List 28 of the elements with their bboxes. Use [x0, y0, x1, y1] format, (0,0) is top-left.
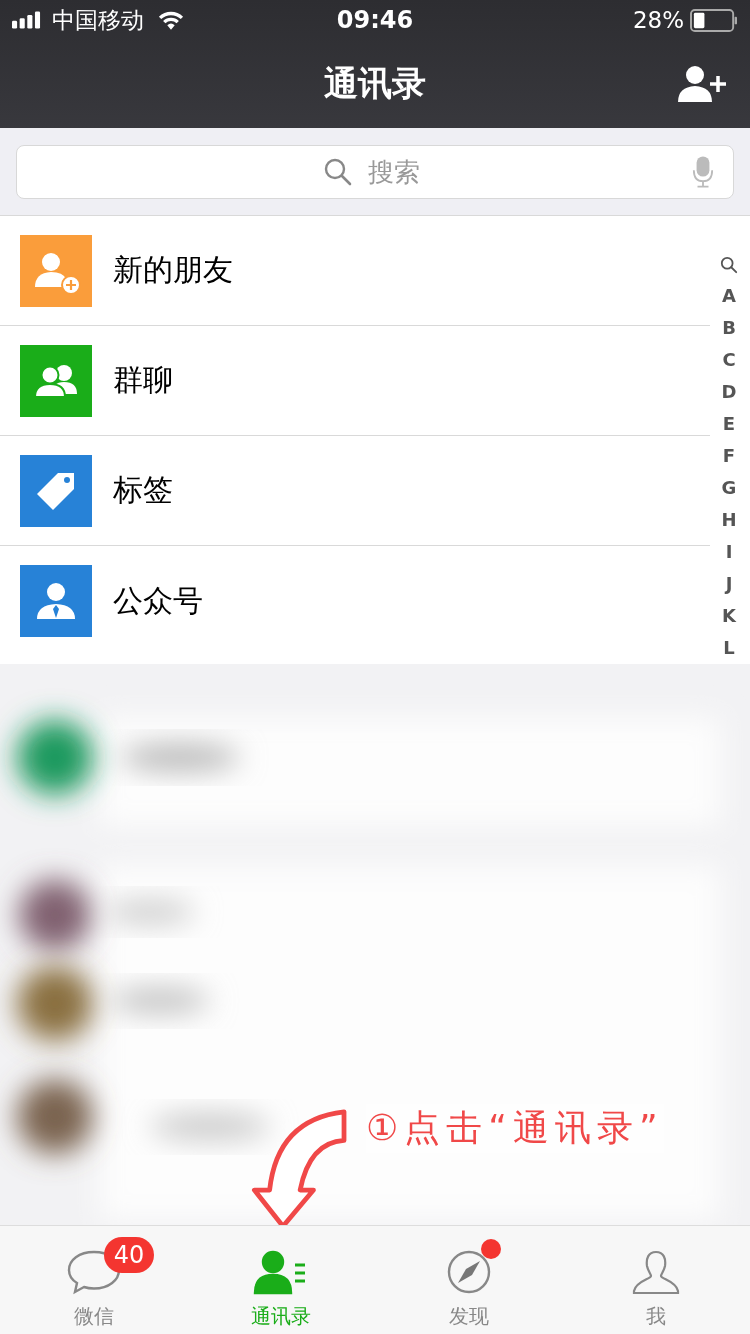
index-letter[interactable]: C [722, 344, 736, 376]
index-letter[interactable]: D [721, 376, 737, 408]
add-contact-icon[interactable] [678, 64, 728, 104]
menu-item[interactable]: 标签 [0, 436, 710, 546]
index-letter[interactable]: I [725, 536, 733, 568]
search-icon [324, 157, 352, 186]
battery-icon [690, 8, 738, 32]
index-letter[interactable]: F [722, 440, 736, 472]
wifi-icon [158, 10, 184, 30]
search-icon[interactable] [720, 256, 738, 274]
index-letter[interactable]: H [721, 504, 737, 536]
index-letter[interactable]: G [721, 472, 737, 504]
index-letter[interactable]: K [722, 600, 736, 632]
index-letter[interactable]: J [725, 568, 733, 600]
page-title: 通讯录 [324, 62, 426, 105]
index-letter[interactable]: A [722, 280, 736, 312]
menu-item[interactable]: 新的朋友 [0, 216, 710, 326]
menu-item[interactable]: 群聊 [0, 326, 710, 436]
tab[interactable]: 40 微信 [0, 1226, 188, 1334]
battery-percent: 28% [632, 7, 684, 33]
carrier-name: 中国移动 [52, 5, 144, 35]
index-letter[interactable]: L [723, 632, 735, 664]
unread-badge: 40 [103, 1237, 155, 1273]
clock-time: 09:46 [336, 6, 414, 34]
index-letter[interactable]: B [722, 312, 736, 344]
index-letter[interactable]: E [722, 408, 736, 440]
menu-item[interactable]: 公众号 [0, 546, 710, 656]
search-field[interactable]: 搜索 [16, 144, 734, 199]
